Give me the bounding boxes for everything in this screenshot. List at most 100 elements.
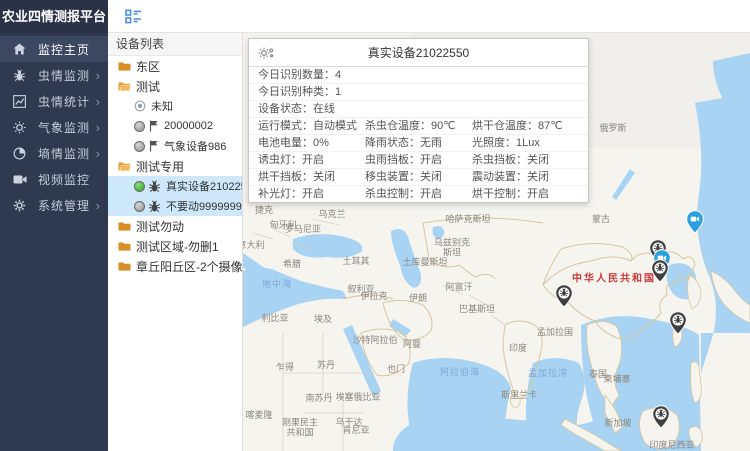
map-marker-camera-device[interactable] bbox=[686, 210, 704, 239]
popup-stat-cell: 光照度：1Lux bbox=[472, 135, 579, 151]
tree-item-folder[interactable]: 测试区域-勿删1 bbox=[108, 236, 242, 256]
sidebar-item-insect-monitor[interactable]: 虫情监测› bbox=[0, 62, 108, 88]
tree-item-device[interactable]: 不要动99999999 bbox=[108, 196, 242, 216]
tree-item-folder[interactable]: 测试专用 bbox=[108, 156, 242, 176]
tree-item-folder[interactable]: 东区 bbox=[108, 56, 242, 76]
layout-list-icon[interactable] bbox=[125, 9, 142, 24]
sidebar-item-weather-monitor[interactable]: 气象监测› bbox=[0, 114, 108, 140]
device-bug-icon bbox=[148, 180, 161, 193]
popup-stat-cell: 虫雨挡板：开启 bbox=[365, 152, 472, 168]
sidebar-item-video-monitor[interactable]: 视频监控 bbox=[0, 166, 108, 192]
popup-stat-row: 烘干挡板：关闭移虫装置：关闭震动装置：关闭 bbox=[249, 169, 588, 186]
device-list-panel: 设备列表 东区测试未知 20000002 气象设备986 测试专用真实设备210225… bbox=[108, 33, 243, 451]
popup-stat-row: 电池电量：0%降雨状态：无雨光照度：1Lux bbox=[249, 135, 588, 152]
chart-icon bbox=[13, 94, 28, 108]
tree-item-label: 测试区域-勿删1 bbox=[136, 238, 219, 255]
popup-stat-cell: 震动装置：关闭 bbox=[472, 169, 579, 185]
tree-item-label: 未知 bbox=[151, 98, 173, 114]
tree-item-folder[interactable]: 章丘阳丘区-2个摄像头 bbox=[108, 256, 242, 276]
device-station-icon bbox=[148, 140, 159, 152]
tree-item-device[interactable]: 20000002 bbox=[108, 116, 242, 136]
globe-icon bbox=[13, 146, 28, 160]
popup-header: 真实设备21022550 bbox=[249, 39, 588, 67]
home-icon bbox=[13, 42, 28, 56]
tree-item-folder[interactable]: 测试 bbox=[108, 76, 242, 96]
sidebar-item-insect-stats[interactable]: 虫情统计› bbox=[0, 88, 108, 114]
popup-stat-cell: 运行模式：自动模式 bbox=[258, 118, 365, 134]
sun-icon bbox=[13, 120, 28, 134]
popup-stat-cell: 烘干控制：开启 bbox=[472, 186, 579, 202]
device-bug-icon bbox=[148, 200, 161, 213]
tree-item-device[interactable]: 未知 bbox=[108, 96, 242, 116]
tree-item-label: 20000002 bbox=[164, 120, 213, 132]
sidebar-item-label: 视频监控 bbox=[38, 171, 100, 188]
chevron-right-icon: › bbox=[96, 147, 100, 160]
sidebar-item-label: 监控主页 bbox=[38, 41, 100, 58]
folder-closed-icon bbox=[118, 61, 131, 72]
sidebar-item-label: 系统管理 bbox=[38, 197, 96, 214]
device-station-icon bbox=[148, 120, 159, 132]
folder-closed-icon bbox=[118, 261, 131, 272]
tree-item-label: 测试 bbox=[136, 78, 160, 95]
tree-item-device[interactable]: 气象设备986 bbox=[108, 136, 242, 156]
chevron-right-icon: › bbox=[96, 95, 100, 108]
popup-stat-cell: 杀虫挡板：关闭 bbox=[472, 152, 579, 168]
device-location-icon bbox=[134, 100, 146, 112]
popup-stat-row: 诱虫灯：开启虫雨挡板：开启杀虫挡板：关闭 bbox=[249, 152, 588, 169]
status-dot-offline bbox=[134, 121, 145, 132]
sidebar-menu: 监控主页虫情监测›虫情统计›气象监测›墒情监测›视频监控系统管理› bbox=[0, 33, 108, 218]
device-info-popup: 真实设备21022550 今日识别数量：4今日识别种类：1设备状态：在线运行模式… bbox=[248, 38, 589, 203]
sidebar-item-soil-monitor[interactable]: 墒情监测› bbox=[0, 140, 108, 166]
popup-stat-cell: 诱虫灯：开启 bbox=[258, 152, 365, 168]
status-dot-online bbox=[134, 181, 145, 192]
bug-icon bbox=[13, 68, 28, 82]
sidebar-item-monitor-home[interactable]: 监控主页 bbox=[0, 36, 108, 62]
folder-closed-icon bbox=[118, 221, 131, 232]
tree-item-label: 章丘阳丘区-2个摄像头 bbox=[136, 258, 242, 275]
sidebar: 农业四情测报平台 监控主页虫情监测›虫情统计›气象监测›墒情监测›视频监控系统管… bbox=[0, 0, 108, 451]
sidebar-item-label: 虫情监测 bbox=[38, 67, 96, 84]
folder-open-icon bbox=[118, 161, 131, 172]
popup-stat-row: 今日识别数量：4 bbox=[249, 67, 588, 84]
tree-item-label: 测试专用 bbox=[136, 158, 184, 175]
popup-device-title: 真实设备21022550 bbox=[249, 44, 588, 61]
device-list-title: 设备列表 bbox=[108, 33, 242, 56]
settings-gear-icon[interactable] bbox=[258, 46, 274, 60]
sidebar-item-label: 墒情监测 bbox=[38, 145, 96, 162]
device-tree: 东区测试未知 20000002 气象设备986 测试专用真实设备21022550 不要动… bbox=[108, 56, 242, 276]
tree-item-label: 真实设备21022550 bbox=[166, 178, 242, 194]
folder-closed-icon bbox=[118, 241, 131, 252]
popup-stat-cell: 补光灯：开启 bbox=[258, 186, 365, 202]
popup-stat-cell: 移虫装置：关闭 bbox=[365, 169, 472, 185]
popup-stat-row: 设备状态：在线 bbox=[249, 101, 588, 118]
gear-icon bbox=[13, 198, 28, 212]
tree-item-label: 不要动99999999 bbox=[166, 198, 242, 214]
status-dot-offline bbox=[134, 201, 145, 212]
tree-item-label: 测试勿动 bbox=[136, 218, 184, 235]
popup-stat-cell: 烘干仓温度：87℃ bbox=[472, 118, 579, 134]
map-canvas[interactable]: 俄罗斯蒙古哈萨克斯坦乌兹别克 斯坦土库曼斯坦阿富汗伊朗巴基斯坦印度孟加拉国斯里兰… bbox=[243, 33, 750, 451]
map-marker-insect-device[interactable] bbox=[652, 405, 670, 434]
video-icon bbox=[13, 172, 28, 186]
map-marker-insect-device[interactable] bbox=[651, 259, 669, 288]
map-marker-insect-device[interactable] bbox=[669, 311, 687, 340]
tree-item-device[interactable]: 真实设备21022550 bbox=[108, 176, 242, 196]
popup-stat-row: 运行模式：自动模式杀虫仓温度：90℃烘干仓温度：87℃ bbox=[249, 118, 588, 135]
status-dot-offline bbox=[134, 141, 145, 152]
popup-stat-cell: 降雨状态：无雨 bbox=[365, 135, 472, 151]
sidebar-item-label: 气象监测 bbox=[38, 119, 96, 136]
chevron-right-icon: › bbox=[96, 121, 100, 134]
popup-stat-row: 今日识别种类：1 bbox=[249, 84, 588, 101]
popup-stat-cell: 烘干挡板：关闭 bbox=[258, 169, 365, 185]
popup-stat-cell: 杀虫仓温度：90℃ bbox=[365, 118, 472, 134]
sidebar-item-system-manage[interactable]: 系统管理› bbox=[0, 192, 108, 218]
chevron-right-icon: › bbox=[96, 69, 100, 82]
popup-stat-cell: 电池电量：0% bbox=[258, 135, 365, 151]
tree-item-folder[interactable]: 测试勿动 bbox=[108, 216, 242, 236]
app-title: 农业四情测报平台 bbox=[0, 0, 108, 33]
tree-item-label: 东区 bbox=[136, 58, 160, 75]
map-marker-insect-device[interactable] bbox=[555, 284, 573, 313]
folder-open-icon bbox=[118, 81, 131, 92]
chevron-right-icon: › bbox=[96, 199, 100, 212]
top-bar bbox=[108, 0, 750, 33]
